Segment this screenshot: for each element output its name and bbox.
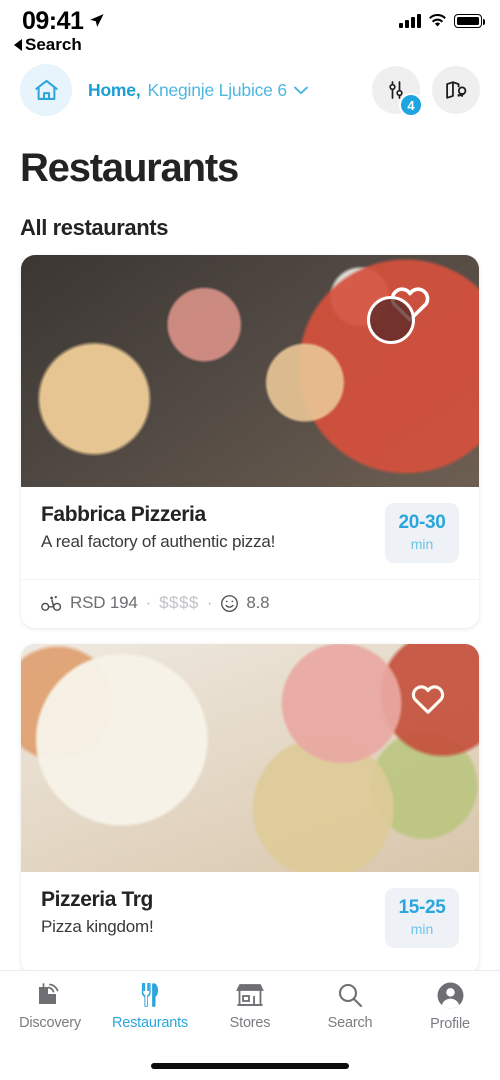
tab-label: Search bbox=[327, 1015, 373, 1031]
page-title: Restaurants bbox=[20, 146, 239, 190]
restaurant-description: A real factory of authentic pizza! bbox=[41, 532, 276, 551]
map-button[interactable] bbox=[432, 66, 480, 114]
delivery-bike-icon bbox=[41, 595, 62, 611]
restaurant-photo bbox=[21, 644, 479, 872]
delivery-fee: RSD 194 bbox=[70, 593, 138, 612]
address-header: Home, Kneginje Ljubice 6 4 bbox=[0, 56, 500, 124]
status-bar-time: 09:41 bbox=[22, 7, 84, 35]
meta-separator: · bbox=[145, 593, 152, 612]
delivery-eta-badge: 15-25 min bbox=[385, 888, 459, 948]
map-pin-icon bbox=[445, 80, 466, 99]
eta-value: 15-25 bbox=[398, 897, 446, 918]
bottom-tab-bar: Discovery Restaurants Stores Search Prof… bbox=[0, 970, 500, 1080]
restaurant-meta-row: RSD 194 · $$$$ · 8.8 bbox=[21, 580, 479, 628]
status-bar-time-group: 09:41 bbox=[22, 7, 105, 36]
restaurant-photo bbox=[21, 255, 479, 487]
eta-unit: min bbox=[410, 536, 434, 552]
restaurant-card-body: Fabbrica Pizzeria A real factory of auth… bbox=[21, 487, 479, 563]
status-bar-indicators bbox=[399, 14, 486, 28]
discovery-building-icon bbox=[39, 983, 59, 1004]
storefront-icon bbox=[236, 984, 264, 1006]
status-bar: 09:41 Search bbox=[0, 0, 500, 56]
tab-profile[interactable]: Profile bbox=[400, 981, 500, 1032]
tab-restaurants[interactable]: Restaurants bbox=[100, 981, 200, 1031]
address-selector[interactable]: Home, Kneginje Ljubice 6 bbox=[88, 80, 372, 101]
app-screen: 09:41 Search Home, Kneginje Ljubice 6 4 … bbox=[0, 0, 500, 1080]
chevron-down-icon bbox=[293, 86, 308, 94]
location-arrow-icon bbox=[90, 13, 105, 27]
home-icon bbox=[34, 79, 58, 100]
restaurant-name: Fabbrica Pizzeria bbox=[41, 503, 206, 526]
profile-avatar-icon bbox=[437, 982, 463, 1009]
tab-discovery[interactable]: Discovery bbox=[0, 981, 100, 1031]
address-label: Home, bbox=[88, 79, 141, 100]
tab-search[interactable]: Search bbox=[300, 981, 400, 1031]
fork-knife-icon bbox=[141, 983, 158, 1007]
tab-label: Profile bbox=[430, 1016, 470, 1032]
back-triangle-icon bbox=[14, 39, 22, 51]
smiley-rating-icon bbox=[221, 594, 239, 612]
restaurant-description: Pizza kingdom! bbox=[41, 917, 154, 936]
cellular-signal-icon bbox=[399, 14, 421, 28]
delivery-eta-badge: 20-30 min bbox=[385, 503, 459, 563]
restaurant-card[interactable]: Fabbrica Pizzeria A real factory of auth… bbox=[21, 255, 479, 628]
search-icon bbox=[338, 983, 363, 1008]
eta-unit: min bbox=[410, 921, 434, 937]
touch-cursor-indicator bbox=[367, 296, 415, 344]
restaurant-card[interactable]: Pizzeria Trg Pizza kingdom! 15-25 min bbox=[21, 644, 479, 974]
battery-full-icon bbox=[454, 14, 486, 28]
tab-stores[interactable]: Stores bbox=[200, 981, 300, 1031]
filter-button[interactable]: 4 bbox=[372, 66, 423, 117]
back-to-search-button[interactable]: Search bbox=[14, 35, 82, 55]
address-street: Kneginje Ljubice 6 bbox=[147, 79, 287, 100]
section-title: All restaurants bbox=[20, 215, 169, 240]
wifi-icon bbox=[429, 14, 446, 27]
restaurant-card-body: Pizzeria Trg Pizza kingdom! 15-25 min bbox=[21, 872, 479, 948]
back-label: Search bbox=[25, 35, 82, 54]
heart-outline-icon bbox=[411, 685, 445, 714]
tab-label: Stores bbox=[229, 1015, 271, 1031]
price-level: $$$$ bbox=[159, 593, 199, 612]
header-actions: 4 bbox=[372, 66, 480, 117]
meta-separator: · bbox=[206, 593, 213, 612]
filter-count-badge: 4 bbox=[399, 93, 423, 117]
home-address-button[interactable] bbox=[20, 64, 72, 116]
home-indicator bbox=[151, 1063, 349, 1069]
tab-label: Restaurants bbox=[112, 1015, 188, 1031]
restaurant-name: Pizzeria Trg bbox=[41, 888, 153, 911]
restaurant-text-group: Fabbrica Pizzeria A real factory of auth… bbox=[41, 503, 375, 552]
favorite-button[interactable] bbox=[409, 680, 447, 720]
restaurant-text-group: Pizzeria Trg Pizza kingdom! bbox=[41, 888, 375, 937]
tab-label: Discovery bbox=[19, 1015, 81, 1031]
rating-value: 8.8 bbox=[246, 593, 270, 612]
eta-value: 20-30 bbox=[398, 512, 446, 533]
